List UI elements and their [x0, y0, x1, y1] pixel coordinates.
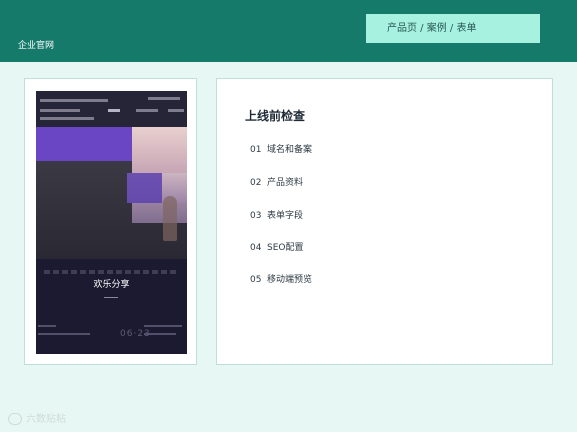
preview-photo-overlay [127, 173, 162, 203]
checklist-item-number: 03 [250, 211, 262, 221]
preview-nav-text [40, 117, 94, 120]
preview-footer-text [38, 325, 56, 327]
preview-hero-block [36, 127, 132, 161]
preview-ghost-text [44, 270, 179, 274]
checklist-item: 01 域名和备案 [250, 142, 312, 155]
preview-top-bar [36, 91, 187, 127]
checklist-item-label: 表单字段 [267, 211, 304, 221]
checklist-item: 04 SEO配置 [250, 240, 303, 253]
preview-nav-text [40, 109, 80, 112]
checklist-item: 05 移动端预览 [250, 272, 312, 285]
preview-footer-text [144, 325, 182, 327]
checklist-item-number: 04 [250, 243, 262, 253]
mobile-preview-screen: 欢乐分享 06·23 [36, 91, 187, 354]
checklist-card: 上线前检查 01 域名和备案 02 产品资料 03 表单字段 04 SEO配置 05 移动… [216, 78, 553, 365]
preview-nav-text [148, 97, 180, 100]
header-bar: 企业官网 产品页 / 案例 / 表单 [0, 0, 577, 62]
preview-caption: 欢乐分享 [93, 280, 130, 290]
preview-nav-text [40, 99, 108, 102]
preview-nav-home [108, 109, 120, 112]
mobile-preview-card: 欢乐分享 06·23 [24, 78, 197, 365]
watermark: 六数贴粘 [8, 410, 66, 425]
checklist-item-number: 02 [250, 178, 262, 188]
preview-date: 06·23 [120, 329, 151, 339]
checklist-item-label: 移动端预览 [267, 275, 313, 285]
preview-footer-text [38, 333, 90, 335]
checklist-item-label: 域名和备案 [267, 145, 313, 155]
watermark-logo-icon [8, 413, 22, 425]
checklist-item-label: SEO配置 [267, 243, 304, 253]
checklist-title: 上线前检查 [245, 109, 306, 123]
preview-caption-underline [104, 297, 118, 298]
preview-nav-text [168, 109, 184, 112]
nav-breadcrumb[interactable]: 产品页 / 案例 / 表单 [366, 14, 540, 43]
checklist-item: 03 表单字段 [250, 208, 303, 221]
checklist-item-label: 产品资料 [267, 178, 304, 188]
checklist-item: 02 产品资料 [250, 175, 303, 188]
nav-breadcrumb-label: 产品页 / 案例 / 表单 [387, 23, 477, 34]
checklist-item-number: 01 [250, 145, 262, 155]
brand-name[interactable]: 企业官网 [18, 38, 54, 51]
preview-nav-text [136, 109, 158, 112]
watermark-text: 六数贴粘 [26, 414, 66, 425]
preview-person-figure [163, 196, 177, 241]
checklist-item-number: 05 [250, 275, 262, 285]
